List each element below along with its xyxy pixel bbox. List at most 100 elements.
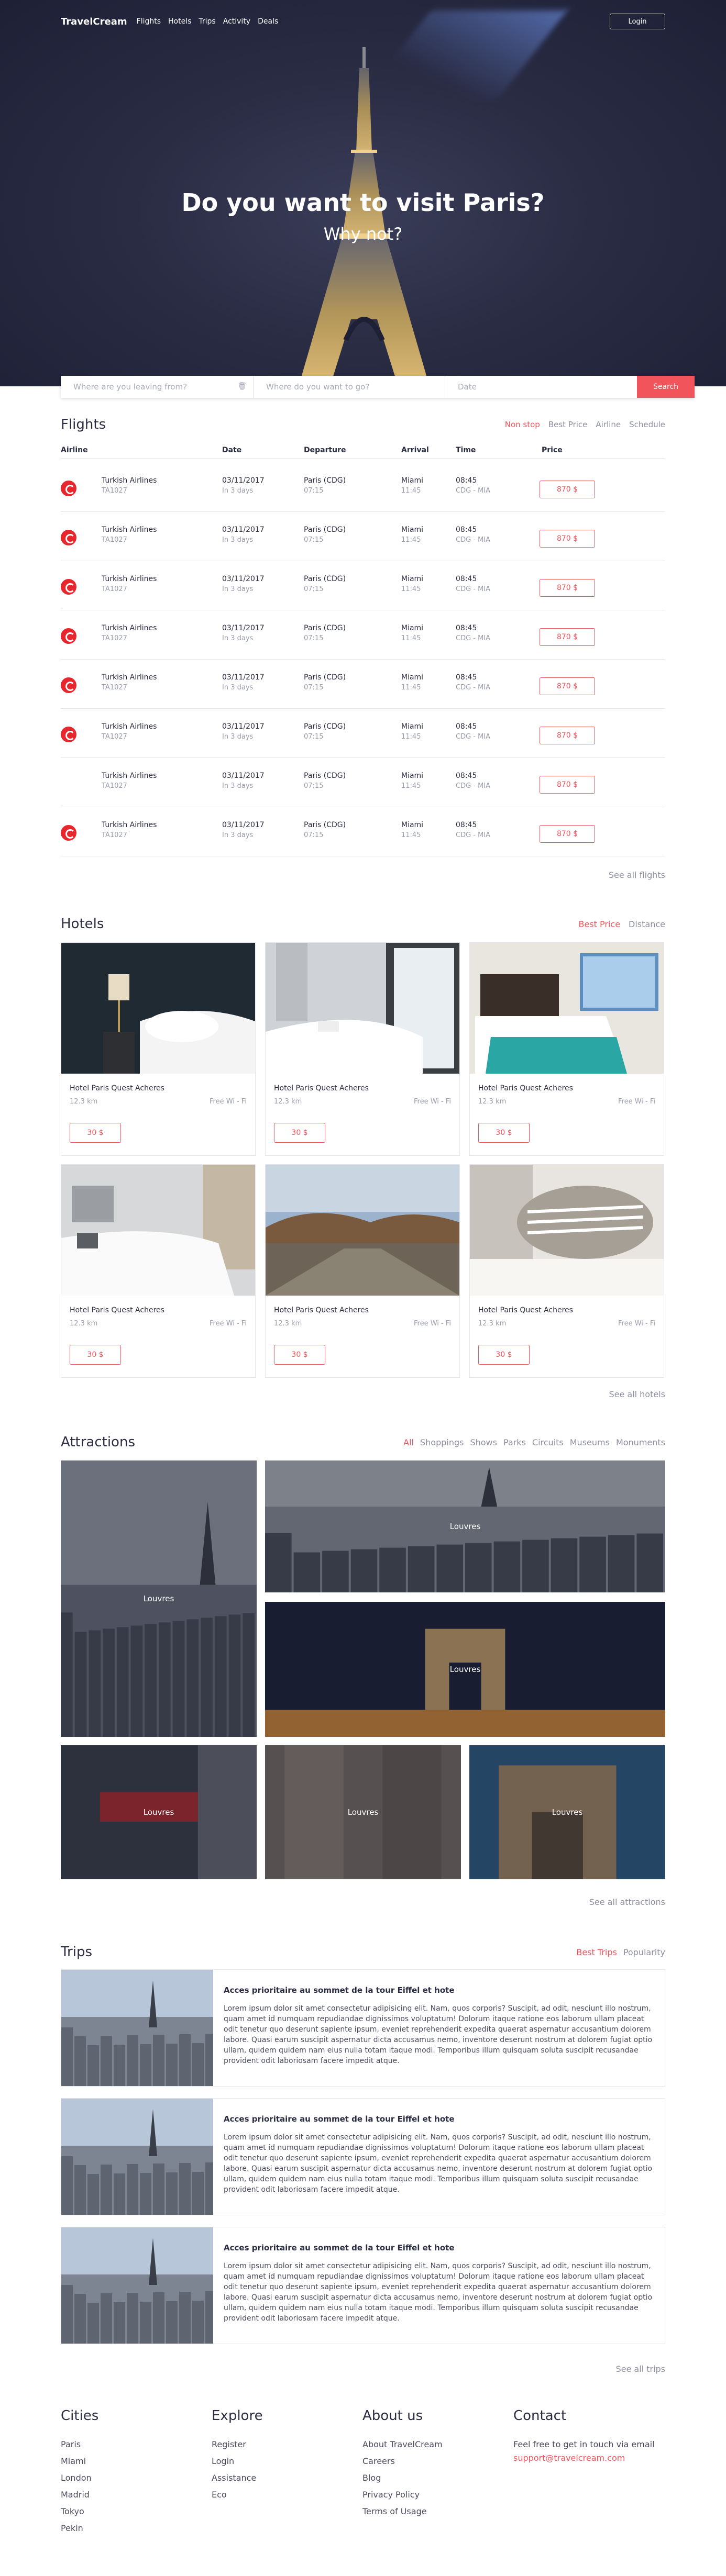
- footer-link[interactable]: Blog: [362, 2470, 443, 2486]
- flight-row[interactable]: Turkish Airlines TA1027 03/11/2017 In 3 day…: [61, 512, 665, 561]
- trash-icon[interactable]: 🗑: [237, 382, 247, 391]
- footer-link[interactable]: Tokyo: [61, 2503, 98, 2520]
- hotel-price-button[interactable]: 30 $: [478, 1123, 530, 1143]
- filter-schedule[interactable]: Schedule: [629, 420, 665, 429]
- trip-photo[interactable]: [61, 1970, 213, 2086]
- flight-row[interactable]: Turkish Airlines TA1027 03/11/2017 In 3 day…: [61, 463, 665, 512]
- hotel-card[interactable]: Hotel Paris Quest Acheres 12.3 km Free Wi …: [61, 1164, 256, 1378]
- filter-best-trips[interactable]: Best Trips: [576, 1947, 617, 1957]
- hotel-photo[interactable]: [266, 1165, 459, 1296]
- flight-price-button[interactable]: 870 $: [540, 727, 595, 744]
- trip-title[interactable]: Acces prioritaire au sommet de la tour E…: [224, 2243, 455, 2252]
- flight-row[interactable]: Turkish Airlines TA1027 03/11/2017 In 3 day…: [61, 758, 665, 807]
- hotel-name[interactable]: Hotel Paris Quest Acheres: [70, 1084, 164, 1092]
- attraction-tile[interactable]: Louvres: [61, 1460, 257, 1737]
- nav-link-hotels[interactable]: Hotels: [168, 17, 191, 26]
- trip-photo[interactable]: [61, 2099, 213, 2215]
- attraction-tile[interactable]: Louvres: [265, 1745, 461, 1879]
- flight-price-button[interactable]: 870 $: [540, 825, 595, 843]
- see-all-flights-link[interactable]: See all flights: [609, 870, 665, 880]
- login-button[interactable]: Login: [610, 14, 665, 29]
- trip-card[interactable]: Acces prioritaire au sommet de la tour E…: [61, 2227, 665, 2344]
- footer-link[interactable]: Pekin: [61, 2520, 98, 2537]
- flight-price-button[interactable]: 870 $: [540, 481, 595, 498]
- trip-title[interactable]: Acces prioritaire au sommet de la tour E…: [224, 1986, 455, 1995]
- filter-museums[interactable]: Museums: [570, 1437, 610, 1447]
- nav-link-trips[interactable]: Trips: [199, 17, 215, 26]
- attraction-tile[interactable]: Louvres: [469, 1745, 665, 1879]
- hotel-price-button[interactable]: 30 $: [274, 1345, 325, 1365]
- hotel-card[interactable]: Hotel Paris Quest Acheres 12.3 km Free Wi …: [469, 1164, 664, 1378]
- attraction-tile[interactable]: Louvres: [61, 1745, 257, 1879]
- nav-link-deals[interactable]: Deals: [258, 17, 278, 26]
- trip-card[interactable]: Acces prioritaire au sommet de la tour E…: [61, 2098, 665, 2215]
- flight-price-button[interactable]: 870 $: [540, 628, 595, 646]
- footer-link[interactable]: London: [61, 2470, 98, 2486]
- filter-best-price[interactable]: Best Price: [578, 919, 620, 929]
- logo[interactable]: TravelCream: [61, 16, 127, 27]
- trip-card[interactable]: Acces prioritaire au sommet de la tour E…: [61, 1969, 665, 2087]
- hotel-photo[interactable]: [470, 1165, 664, 1296]
- see-all-trips-link[interactable]: See all trips: [616, 2364, 666, 2374]
- hotel-price-button[interactable]: 30 $: [70, 1123, 121, 1143]
- hotel-photo[interactable]: [61, 1165, 255, 1296]
- footer-link[interactable]: Login: [212, 2453, 263, 2470]
- footer-link[interactable]: Careers: [362, 2453, 443, 2470]
- hotel-price-button[interactable]: 30 $: [274, 1123, 325, 1143]
- filter-all[interactable]: All: [403, 1437, 414, 1447]
- flight-price-button[interactable]: 870 $: [540, 530, 595, 548]
- flight-row[interactable]: Turkish Airlines TA1027 03/11/2017 In 3 day…: [61, 807, 665, 856]
- filter-best-price[interactable]: Best Price: [548, 420, 588, 429]
- filter-airline[interactable]: Airline: [596, 420, 621, 429]
- trip-photo[interactable]: [61, 2227, 213, 2344]
- trip-title[interactable]: Acces prioritaire au sommet de la tour E…: [224, 2114, 455, 2124]
- to-input[interactable]: Where do you want to go?: [254, 376, 445, 398]
- hotel-card[interactable]: Hotel Paris Quest Acheres 12.3 km Free Wi …: [469, 942, 664, 1156]
- flight-row[interactable]: Turkish Airlines TA1027 03/11/2017 In 3 day…: [61, 660, 665, 709]
- filter-popularity[interactable]: Popularity: [623, 1947, 665, 1957]
- hotel-photo[interactable]: [61, 943, 255, 1074]
- hotel-name[interactable]: Hotel Paris Quest Acheres: [274, 1306, 369, 1314]
- hotel-price-button[interactable]: 30 $: [70, 1345, 121, 1365]
- footer-link[interactable]: Terms of Usage: [362, 2503, 443, 2520]
- hotel-photo[interactable]: [470, 943, 664, 1074]
- footer-link[interactable]: Assistance: [212, 2470, 263, 2486]
- footer-link[interactable]: Madrid: [61, 2486, 98, 2503]
- filter-shoppings[interactable]: Shoppings: [420, 1437, 464, 1447]
- filter-non-stop[interactable]: Non stop: [505, 420, 540, 429]
- hotel-card[interactable]: Hotel Paris Quest Acheres 12.3 km Free Wi …: [265, 1164, 460, 1378]
- date-input[interactable]: Date: [445, 376, 637, 398]
- nav-link-activity[interactable]: Activity: [223, 17, 250, 26]
- footer-link[interactable]: Eco: [212, 2486, 263, 2503]
- from-input[interactable]: Where are you leaving from? 🗑: [61, 376, 254, 398]
- filter-monuments[interactable]: Monuments: [616, 1437, 665, 1447]
- flight-row[interactable]: Turkish Airlines TA1027 03/11/2017 In 3 day…: [61, 610, 665, 660]
- hotel-name[interactable]: Hotel Paris Quest Acheres: [70, 1306, 164, 1314]
- footer-link[interactable]: Register: [212, 2436, 263, 2453]
- footer-link[interactable]: Miami: [61, 2453, 98, 2470]
- hotel-name[interactable]: Hotel Paris Quest Acheres: [478, 1084, 573, 1092]
- filter-circuits[interactable]: Circuits: [532, 1437, 564, 1447]
- see-all-hotels-link[interactable]: See all hotels: [609, 1389, 665, 1399]
- flight-price-button[interactable]: 870 $: [540, 579, 595, 597]
- see-all-attractions-link[interactable]: See all attractions: [589, 1897, 665, 1907]
- hotel-card[interactable]: Hotel Paris Quest Acheres 12.3 km Free Wi …: [265, 942, 460, 1156]
- filter-parks[interactable]: Parks: [503, 1437, 526, 1447]
- flight-price-button[interactable]: 870 $: [540, 776, 595, 794]
- flight-price-button[interactable]: 870 $: [540, 677, 595, 695]
- nav-link-flights[interactable]: Flights: [137, 17, 161, 26]
- filter-shows[interactable]: Shows: [470, 1437, 497, 1447]
- hotel-name[interactable]: Hotel Paris Quest Acheres: [478, 1306, 573, 1314]
- hotel-card[interactable]: Hotel Paris Quest Acheres 12.3 km Free Wi …: [61, 942, 256, 1156]
- hotel-photo[interactable]: [266, 943, 459, 1074]
- flight-row[interactable]: Turkish Airlines TA1027 03/11/2017 In 3 day…: [61, 561, 665, 610]
- search-button[interactable]: Search: [637, 376, 695, 398]
- filter-distance[interactable]: Distance: [629, 919, 665, 929]
- footer-link[interactable]: Paris: [61, 2436, 98, 2453]
- hotel-price-button[interactable]: 30 $: [478, 1345, 530, 1365]
- attraction-tile[interactable]: Louvres: [265, 1460, 665, 1592]
- footer-link[interactable]: About TravelCream: [362, 2436, 443, 2453]
- flight-row[interactable]: Turkish Airlines TA1027 03/11/2017 In 3 day…: [61, 709, 665, 758]
- attraction-tile[interactable]: Louvres: [265, 1602, 665, 1737]
- footer-link[interactable]: Privacy Policy: [362, 2486, 443, 2503]
